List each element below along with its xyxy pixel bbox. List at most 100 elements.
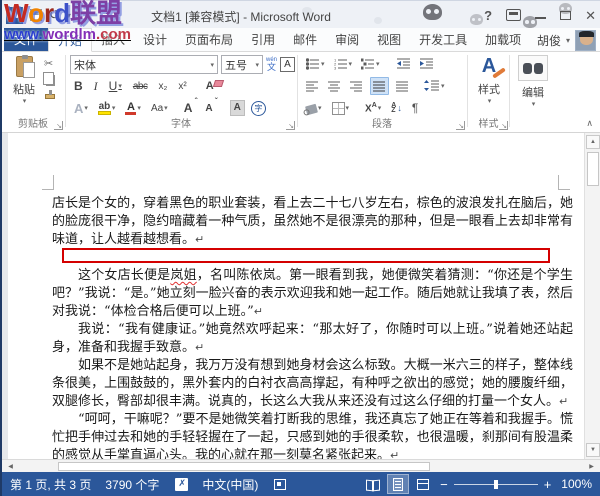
paste-button[interactable]: 粘贴 ▾ [8, 56, 40, 116]
qat-customize-icon[interactable]: ▾ [67, 11, 71, 20]
print-layout-icon[interactable] [387, 474, 409, 494]
bullets-icon[interactable]: ▾ [304, 55, 327, 73]
clipboard-dialog-launcher[interactable] [54, 121, 63, 130]
superscript-icon[interactable]: x² [176, 77, 188, 95]
justify-icon[interactable] [370, 77, 389, 95]
ribbon-display-options-icon[interactable] [506, 9, 521, 21]
underline-icon[interactable]: U▾ [107, 77, 124, 95]
web-layout-icon[interactable] [412, 474, 434, 494]
paragraph-group-label: 段落 [298, 115, 466, 130]
vertical-scrollbar[interactable]: ▲ ▼ [584, 133, 600, 459]
align-center-icon[interactable] [326, 77, 343, 95]
horizontal-scroll-thumb[interactable] [58, 462, 430, 471]
cut-icon[interactable]: ✂ [44, 57, 55, 70]
character-shading-icon[interactable]: A [230, 100, 245, 116]
undo-icon[interactable]: ↺ [49, 7, 60, 23]
zoom-in-icon[interactable]: + [544, 477, 552, 492]
paragraph: 我说：“我有健康证。”她竟然欢呼起来：“那太好了，你随时可以上班。”说着她还站起… [52, 321, 573, 357]
user-account-area[interactable]: 胡俊 ▾ [537, 28, 596, 52]
scroll-down-icon[interactable]: ▼ [586, 443, 600, 457]
collapse-ribbon-icon[interactable]: ∧ [586, 118, 593, 129]
macro-record-icon[interactable] [274, 479, 286, 490]
tab-页面布局[interactable]: 页面布局 [176, 28, 242, 51]
highlight-box [62, 248, 550, 263]
title-bar: W ↺ ▾ 文档1 [兼容模式] - Microsoft Word ? ✕ [2, 0, 600, 28]
close-icon[interactable]: ✕ [585, 9, 596, 22]
zoom-level[interactable]: 100% [561, 477, 592, 491]
scroll-up-icon[interactable]: ▲ [586, 135, 600, 149]
margin-corner-mark [558, 175, 570, 190]
align-left-icon[interactable] [304, 77, 321, 95]
maximize-icon[interactable] [560, 11, 571, 20]
paste-caret-icon: ▾ [23, 97, 27, 105]
line-spacing-icon[interactable]: ▾ [422, 77, 447, 95]
tab-审阅[interactable]: 审阅 [326, 28, 368, 51]
decrease-indent-icon[interactable] [395, 55, 413, 73]
minimize-icon[interactable] [535, 17, 546, 19]
paragraph: “呵呵，干嘛呢？”要不是她微笑着打断我的思维，我还真忘了她正在等着和我握手。慌忙… [52, 411, 573, 459]
italic-icon[interactable]: I [92, 77, 100, 95]
paragraph: 这个女店长便是岚姐，名叫陈依岚。第一眼看到我，她便微笑着猜测：“你还是个学生吧？… [52, 267, 573, 321]
margin-corner-mark [42, 175, 54, 190]
document-area[interactable]: 店长是个女的，穿着黑色的职业套装，看上去二十七八岁左右，棕色的波浪发扎在脑后，她… [2, 133, 600, 459]
tab-设计[interactable]: 设计 [134, 28, 176, 51]
scroll-right-icon[interactable]: ▶ [585, 461, 598, 472]
editing-caret-icon: ▾ [532, 100, 536, 108]
scroll-left-icon[interactable]: ◀ [4, 461, 17, 472]
user-avatar[interactable] [575, 30, 596, 51]
font-name-caret-icon: ▾ [210, 61, 214, 69]
tab-插入[interactable]: 插入 [92, 28, 134, 51]
font-size-caret-icon: ▾ [255, 61, 259, 69]
tab-加载项[interactable]: 加载项 [476, 28, 530, 51]
tab-开始[interactable]: 开始 [48, 28, 92, 52]
font-name-select[interactable]: 宋体 ▾ [70, 55, 218, 74]
tab-视图[interactable]: 视图 [368, 28, 410, 51]
word-logo-icon: W [6, 7, 23, 24]
copy-icon[interactable] [46, 75, 55, 86]
tab-引用[interactable]: 引用 [242, 28, 284, 51]
document-text[interactable]: 店长是个女的，穿着黑色的职业套装，看上去二十七八岁左右，棕色的波浪发扎在脑后，她… [52, 195, 573, 459]
strikethrough-icon[interactable]: abc [131, 77, 150, 95]
help-icon[interactable]: ? [484, 9, 492, 22]
numbering-icon[interactable]: 123 ▾ [332, 55, 355, 73]
character-border-icon[interactable]: A [280, 57, 295, 72]
page-indicator[interactable]: 第 1 页, 共 3 页 [10, 476, 91, 493]
clear-formatting-icon[interactable]: A [204, 77, 223, 95]
horizontal-scrollbar[interactable]: ◀ ▶ [2, 459, 600, 472]
distribute-text-icon[interactable] [394, 77, 411, 95]
font-size-select[interactable]: 五号 ▾ [221, 55, 263, 74]
font-dialog-launcher[interactable] [286, 121, 295, 130]
bold-icon[interactable]: B [72, 77, 85, 95]
styles-button[interactable]: A 样式 ▾ [472, 55, 506, 117]
styles-button-label: 样式 [478, 81, 500, 97]
language-indicator[interactable]: 中文(中国) [202, 476, 258, 493]
paragraph-mark-icon: ↵ [195, 233, 204, 246]
zoom-slider-thumb[interactable] [494, 480, 498, 489]
format-painter-icon[interactable] [45, 94, 55, 99]
editing-group: 编辑 ▾ [510, 52, 554, 132]
tab-开发工具[interactable]: 开发工具 [410, 28, 476, 51]
zoom-slider[interactable] [454, 484, 538, 485]
vertical-scroll-thumb[interactable] [587, 152, 599, 186]
tab-邮件[interactable]: 邮件 [284, 28, 326, 51]
paragraph-dialog-launcher[interactable] [456, 121, 465, 130]
styles-caret-icon: ▾ [488, 97, 492, 105]
zoom-out-icon[interactable]: − [440, 477, 448, 492]
editing-button[interactable]: 编辑 ▾ [516, 55, 550, 119]
ribbon-tab-row: 文件 开始插入设计页面布局引用邮件审阅视图开发工具加载项 [2, 28, 600, 52]
read-mode-icon[interactable] [362, 474, 384, 494]
find-binoculars-icon [518, 55, 548, 81]
user-menu-caret-icon[interactable]: ▾ [566, 36, 570, 45]
multilevel-list-icon[interactable]: ▾ [359, 55, 382, 73]
save-icon[interactable] [30, 9, 42, 21]
increase-indent-icon[interactable] [418, 55, 436, 73]
proofing-errors-icon[interactable] [175, 478, 188, 491]
word-count[interactable]: 3790 个字 [105, 476, 159, 493]
align-right-icon[interactable] [348, 77, 365, 95]
phonetic-guide-icon[interactable]: wén文 [266, 57, 277, 72]
tab-file[interactable]: 文件 [4, 28, 48, 51]
enclose-characters-icon[interactable]: 字 [251, 101, 266, 116]
subscript-icon[interactable]: x₂ [156, 77, 169, 95]
font-group-label: 字体 [66, 115, 296, 130]
styles-dialog-launcher[interactable] [499, 121, 508, 130]
